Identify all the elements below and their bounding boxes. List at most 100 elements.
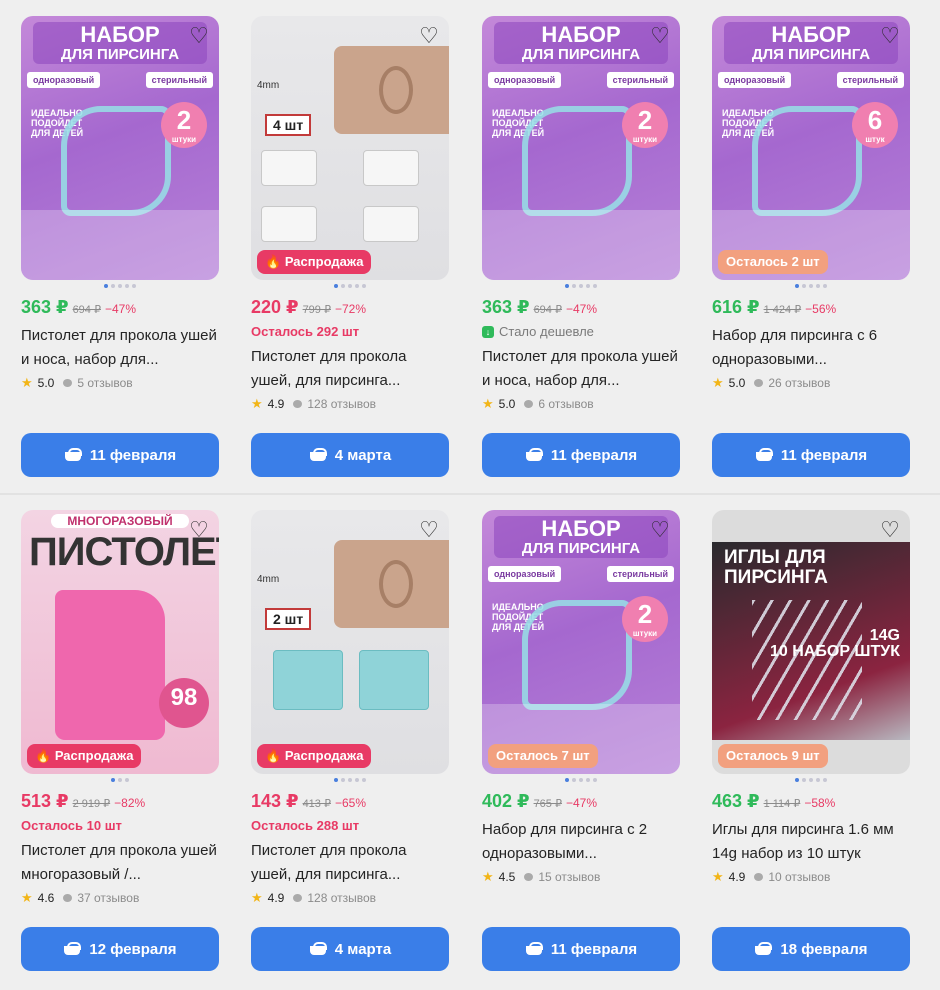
product-title[interactable]: Пистолет для прокола ушей, для пирсинга.… [251,345,449,393]
heart-icon[interactable]: ♡ [648,24,672,48]
product-title[interactable]: Иглы для пирсинга 1.6 мм 14g набор из 10… [712,818,910,866]
product-image[interactable]: 4mm 4 шт 🔥 Распродажа ♡ [251,16,449,280]
product-image[interactable]: НАБОР ДЛЯ ПИРСИНГА одноразовый стерильный … [482,510,680,774]
image-count-badge: 2 штуки [622,596,668,642]
product-card[interactable]: МНОГОРАЗОВЫЙ ПИСТОЛЕТ 98 🔥 Распродажа ♡ … [21,510,219,971]
heart-icon[interactable]: ♡ [187,518,211,542]
image-sub: 14G 10 НАБОР ШТУК [770,627,900,660]
discount: −47% [104,302,137,316]
image-tag: стерильный [606,72,674,88]
product-image[interactable]: 4mm 2 шт 🔥 Распродажа ♡ [251,510,449,774]
old-price: 1 114 ₽ [763,798,801,810]
ear-photo [334,540,449,628]
reviews-link[interactable]: 5 отзывов [77,376,132,390]
product-card[interactable]: НАБОР ДЛЯ ПИРСИНГА одноразовый стерильный … [482,510,680,971]
piercing-tool-image [522,106,632,216]
reviews-link[interactable]: 37 отзывов [77,891,139,905]
price-line: 402 ₽ 765 ₽ −47% [482,791,680,812]
price: 463 ₽ [712,791,760,811]
price-line: 143 ₽ 413 ₽ −65% [251,791,449,812]
heart-icon[interactable]: ♡ [417,24,441,48]
image-pager [482,284,680,290]
discount: −82% [114,796,146,810]
add-to-cart-button[interactable]: 11 февраля [482,927,680,971]
discount: −56% [805,302,837,316]
product-title[interactable]: Пистолет для прокола ушей, для пирсинга.… [251,839,449,887]
image-pager [21,284,219,290]
image-title: НАБОР ДЛЯ ПИРСИНГА [494,22,668,64]
reviews-link[interactable]: 6 отзывов [538,397,593,411]
fire-icon: 🔥 [35,748,55,763]
image-tag: одноразовый [488,566,562,582]
product-card[interactable]: НАБОР ДЛЯ ПИРСИНГА одноразовый стерильный … [482,16,680,477]
add-to-cart-button[interactable]: 4 марта [251,927,449,971]
stock-badge: Осталось 2 шт [718,250,828,274]
product-card[interactable]: НАБОР ДЛЯ ПИРСИНГА одноразовый стерильный … [21,16,219,477]
basket-icon [754,942,773,956]
product-card[interactable]: 4mm 2 шт 🔥 Распродажа ♡ 143 ₽ 413 ₽ −65%… [251,510,449,971]
image-size-label: 4mm [257,80,280,91]
product-card[interactable]: ИГЛЫ ДЛЯ ПИРСИНГА 14G 10 НАБОР ШТУК Остал… [712,510,910,971]
basket-icon [309,942,327,956]
product-title[interactable]: Пистолет для прокола ушей и носа, набор … [21,324,219,372]
image-title: НАБОР ДЛЯ ПИРСИНГА [494,516,668,558]
image-pager [251,284,449,290]
image-tag: стерильный [606,566,674,582]
basket-icon [309,448,327,462]
add-to-cart-button[interactable]: 11 февраля [482,433,680,477]
basket-icon [63,942,82,956]
image-title: ИГЛЫ ДЛЯ ПИРСИНГА [724,547,828,588]
product-title[interactable]: Набор для пирсинга с 2 одноразовыми... [482,818,680,866]
reviews-link[interactable]: 26 отзывов [768,376,830,390]
discount: −47% [565,302,598,316]
price: 513 ₽ [21,791,69,811]
product-title[interactable]: Набор для пирсинга с 6 одноразовыми... [712,324,910,372]
add-to-cart-button[interactable]: 12 февраля [21,927,219,971]
add-to-cart-button[interactable]: 11 февраля [712,433,910,477]
image-pager [712,778,910,784]
product-image[interactable]: МНОГОРАЗОВЫЙ ПИСТОЛЕТ 98 🔥 Распродажа ♡ [21,510,219,774]
old-price: 799 ₽ [302,304,331,316]
star-icon: ★ [251,890,263,905]
product-image[interactable]: ИГЛЫ ДЛЯ ПИРСИНГА 14G 10 НАБОР ШТУК Остал… [712,510,910,774]
rating: ★ 5.0 5 отзывов [21,375,133,390]
add-to-cart-button[interactable]: 4 марта [251,433,449,477]
product-card[interactable]: НАБОР ДЛЯ ПИРСИНГА одноразовый стерильный … [712,16,910,477]
price: 402 ₽ [482,791,530,811]
price-line: 513 ₽ 2 919 ₽ −82% [21,791,219,812]
rating: ★ 4.9 128 отзывов [251,396,377,411]
reviews-link[interactable]: 128 отзывов [307,397,376,411]
stock-badge: Осталось 7 шт [488,744,598,768]
product-title[interactable]: Пистолет для прокола ушей и носа, набор … [482,345,680,393]
image-count-badge: 6 штук [852,102,898,148]
rating: ★ 4.6 37 отзывов [21,890,140,905]
reviews-link[interactable]: 15 отзывов [538,870,600,884]
image-title: НАБОР ДЛЯ ПИРСИНГА [724,22,898,64]
add-to-cart-button[interactable]: 18 февраля [712,927,910,971]
sale-badge: 🔥 Распродажа [257,744,372,768]
basket-icon [64,448,82,462]
reviews-link[interactable]: 128 отзывов [307,891,376,905]
heart-icon[interactable]: ♡ [878,24,902,48]
image-qty-label: 2 шт [265,608,312,630]
heart-icon[interactable]: ♡ [878,518,902,542]
product-image[interactable]: НАБОР ДЛЯ ПИРСИНГА одноразовый стерильный … [482,16,680,280]
heart-icon[interactable]: ♡ [648,518,672,542]
product-image[interactable]: НАБОР ДЛЯ ПИРСИНГА одноразовый стерильный … [21,16,219,280]
image-tag: одноразовый [488,72,562,88]
heart-icon[interactable]: ♡ [187,24,211,48]
reviews-link[interactable]: 10 отзывов [768,870,830,884]
product-title[interactable]: Пистолет для прокола ушей многоразовый /… [21,839,219,887]
star-icon: ★ [712,375,724,390]
product-card[interactable]: 4mm 4 шт 🔥 Распродажа ♡ 220 ₽ 799 ₽ −72%… [251,16,449,477]
piercing-tool-image [522,600,632,710]
image-title: ПИСТОЛЕТ [29,530,219,574]
heart-icon[interactable]: ♡ [417,518,441,542]
row-divider [0,493,940,495]
image-pager [482,778,680,784]
speech-bubble-icon [754,379,764,387]
add-to-cart-button[interactable]: 11 февраля [21,433,219,477]
price: 616 ₽ [712,297,760,317]
rating: ★ 4.9 10 отзывов [712,869,831,884]
product-image[interactable]: НАБОР ДЛЯ ПИРСИНГА одноразовый стерильный … [712,16,910,280]
